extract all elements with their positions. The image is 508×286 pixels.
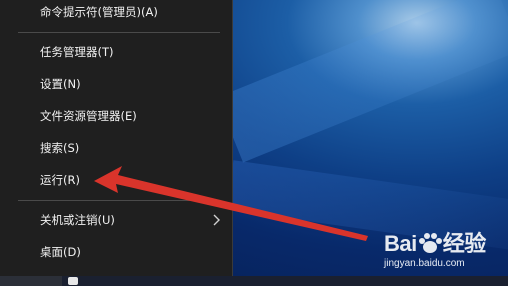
watermark-brand-post: 经验	[442, 231, 487, 256]
watermark-brand-pre: Bai	[384, 231, 417, 256]
start-button-area[interactable]	[0, 276, 62, 286]
baidu-jingyan-watermark: Bai 经验 jingyan.baidu.com	[384, 226, 502, 276]
paw-icon	[418, 233, 442, 253]
taskbar-app-icon[interactable]	[68, 277, 78, 285]
watermark-url: jingyan.baidu.com	[384, 258, 465, 269]
